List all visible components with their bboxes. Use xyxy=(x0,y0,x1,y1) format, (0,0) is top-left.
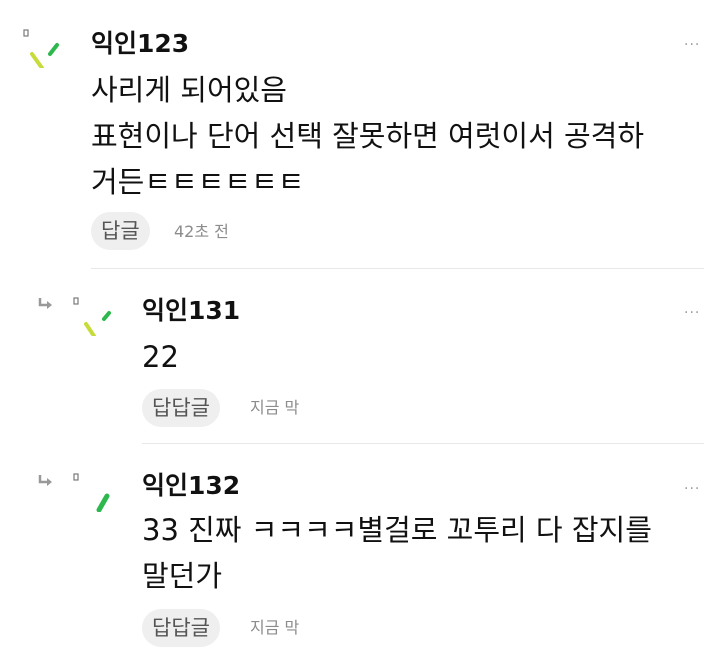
more-icon[interactable]: ··· xyxy=(684,306,700,320)
reply-button[interactable]: 답글 xyxy=(91,212,150,250)
more-icon[interactable]: ··· xyxy=(684,482,700,496)
avatar-icon[interactable] xyxy=(72,472,112,512)
reply-time: 지금 막 xyxy=(250,618,300,637)
reply-text-line: 말던가 xyxy=(142,559,223,593)
divider xyxy=(91,268,704,269)
comment-item: 익인123 ··· 사리게 되어있음 표현이나 단어 선택 잘못하면 여럿이서 … xyxy=(0,0,720,270)
reply-arrow-icon xyxy=(38,297,54,311)
reply-item: 익인132 ··· 33 진짜 ㅋㅋㅋㅋ별걸로 꼬투리 다 잡지를 말던가 답답… xyxy=(0,444,720,650)
reply-author[interactable]: 익인131 xyxy=(142,296,240,326)
more-icon[interactable]: ··· xyxy=(684,38,700,52)
reply-time: 지금 막 xyxy=(250,398,300,417)
reply-button[interactable]: 답답글 xyxy=(142,389,220,427)
comment-text-line: 거든ㅌㅌㅌㅌㅌㅌ xyxy=(91,165,305,199)
comment-text-line: 표현이나 단어 선택 잘못하면 여럿이서 공격하 xyxy=(91,119,645,153)
reply-item: 익인131 ··· 22 답답글 지금 막 xyxy=(0,270,720,444)
reply-text-line: 33 진짜 ㅋㅋㅋㅋ별걸로 꼬투리 다 잡지를 xyxy=(142,513,652,547)
comment-time: 42초 전 xyxy=(174,222,229,241)
avatar-icon[interactable] xyxy=(22,28,62,68)
reply-author[interactable]: 익인132 xyxy=(142,471,240,501)
comment-text-line: 사리게 되어있음 xyxy=(91,73,287,107)
comment-author[interactable]: 익인123 xyxy=(91,29,189,59)
avatar-icon[interactable] xyxy=(72,296,112,336)
reply-text-line: 22 xyxy=(142,340,179,374)
reply-arrow-icon xyxy=(38,474,54,488)
reply-button[interactable]: 답답글 xyxy=(142,609,220,647)
